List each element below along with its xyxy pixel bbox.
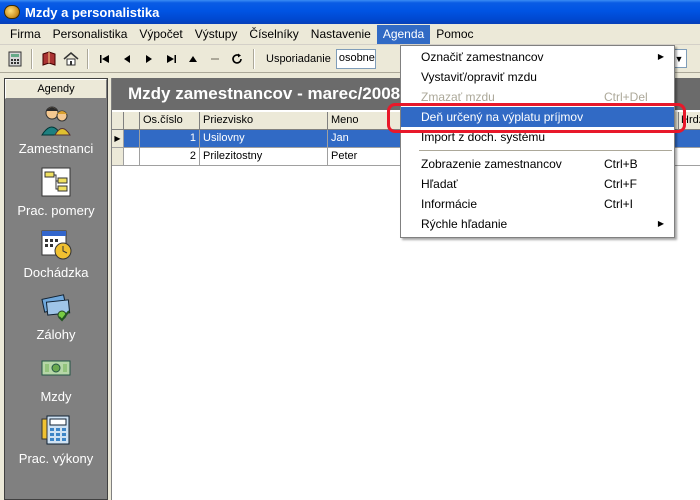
agenda-item-label: Prac. pomery xyxy=(17,203,95,218)
menu-item-vystavit-mzdu[interactable]: Vystaviť/opraviť mzdu xyxy=(401,67,674,87)
menu-item-label: Import z doch. systému xyxy=(421,130,546,144)
agenda-header: Agendy xyxy=(5,79,107,99)
menu-item-label: Zobrazenie zamestnancov xyxy=(421,157,562,171)
cell-priezvisko[interactable]: Usilovny xyxy=(200,130,328,148)
menu-item-hladat[interactable]: Hľadať Ctrl+F xyxy=(401,174,674,194)
agenda-item-mzdy[interactable]: Mzdy xyxy=(5,347,107,409)
agenda-item-zamestnanci[interactable]: Zamestnanci xyxy=(5,99,107,161)
money-icon xyxy=(39,289,73,323)
toolbar-separator xyxy=(253,48,255,69)
calculator-icon[interactable] xyxy=(4,48,26,70)
menu-item-rychle-hladanie[interactable]: Rýchle hľadanie ▶ xyxy=(401,214,674,234)
home-icon[interactable] xyxy=(60,48,82,70)
menu-item-label: Vystaviť/opraviť mzdu xyxy=(421,70,537,84)
menu-firma[interactable]: Firma xyxy=(4,25,47,44)
menu-item-oznacit-zamestnancov[interactable]: Označiť zamestnancov ▶ xyxy=(401,47,674,67)
menu-item-label: Označiť zamestnancov xyxy=(421,50,544,64)
insert-record-icon[interactable] xyxy=(182,48,204,70)
menu-item-den-vyplaty[interactable]: Deň určený na výplatu príjmov xyxy=(401,107,674,127)
calendar-clock-icon xyxy=(39,227,73,261)
people-icon xyxy=(39,103,73,137)
column-header-priezvisko[interactable]: Priezvisko xyxy=(200,112,328,130)
last-record-icon[interactable] xyxy=(160,48,182,70)
menu-item-shortcut: Ctrl+Del xyxy=(604,90,648,104)
row-indicator xyxy=(112,148,124,166)
agenda-item-label: Prac. výkony xyxy=(18,451,94,466)
agenda-dropdown-menu: Označiť zamestnancov ▶ Vystaviť/opraviť … xyxy=(400,45,675,238)
menu-agenda[interactable]: Agenda xyxy=(376,24,431,44)
row-pointer-icon: ▶ xyxy=(112,130,124,148)
cell-os-cislo[interactable]: 2 xyxy=(140,148,200,166)
menu-separator xyxy=(401,147,674,154)
agenda-item-prac-vykony[interactable]: Prac. výkony xyxy=(5,409,107,471)
menu-pomoc[interactable]: Pomoc xyxy=(430,25,479,44)
menu-personalistika[interactable]: Personalistika xyxy=(47,25,134,44)
grid-spacer xyxy=(124,148,140,166)
usporiadanie-select[interactable]: osobne xyxy=(335,48,376,69)
toolbar-separator xyxy=(87,48,89,69)
title-bar: Mzdy a personalistika xyxy=(0,0,700,24)
prev-record-icon[interactable] xyxy=(116,48,138,70)
menu-item-zobrazenie-zamestnancov[interactable]: Zobrazenie zamestnancov Ctrl+B xyxy=(401,154,674,174)
toolbar-separator xyxy=(31,48,33,69)
row-indicator-header xyxy=(112,112,124,130)
menu-bar: Firma Personalistika Výpočet Výstupy Čís… xyxy=(0,24,700,45)
book-icon[interactable] xyxy=(38,48,60,70)
submenu-arrow-icon: ▶ xyxy=(657,219,664,228)
column-header-truncated[interactable]: Hrdz xyxy=(678,112,700,130)
menu-item-label: Zmazať mzdu xyxy=(421,90,495,104)
column-header-os-cislo[interactable]: Os.číslo xyxy=(140,112,200,130)
submenu-arrow-icon: ▶ xyxy=(657,52,664,61)
menu-vystupy[interactable]: Výstupy xyxy=(189,25,244,44)
grid-spacer xyxy=(124,130,140,148)
cell-os-cislo[interactable]: 1 xyxy=(140,130,200,148)
window-title: Mzdy a personalistika xyxy=(25,4,160,20)
usporiadanie-label: Usporiadanie xyxy=(266,52,331,65)
delete-record-icon xyxy=(204,48,226,70)
agenda-item-zalohy[interactable]: Zálohy xyxy=(5,285,107,347)
app-icon xyxy=(4,5,20,19)
agenda-item-dochadzka[interactable]: Dochádzka xyxy=(5,223,107,285)
org-chart-icon xyxy=(39,165,73,199)
menu-item-shortcut: Ctrl+I xyxy=(604,197,634,211)
menu-item-label: Deň určený na výplatu príjmov xyxy=(421,110,584,124)
menu-vypocet[interactable]: Výpočet xyxy=(133,25,188,44)
menu-ciselniky[interactable]: Číselníky xyxy=(243,25,304,44)
cell-priezvisko[interactable]: Prilezitostny xyxy=(200,148,328,166)
agenda-panel: Agendy Zamestnanci Prac. pomery Dochádzk… xyxy=(4,78,108,500)
banknote-icon xyxy=(39,351,73,385)
agenda-item-label: Dochádzka xyxy=(23,265,89,280)
menu-item-import-dochadzka[interactable]: Import z doch. systému xyxy=(401,127,674,147)
menu-item-label: Rýchle hľadanie xyxy=(421,217,508,231)
refresh-icon[interactable] xyxy=(226,48,248,70)
first-record-icon[interactable] xyxy=(94,48,116,70)
agenda-item-label: Mzdy xyxy=(40,389,72,404)
agenda-item-prac-pomery[interactable]: Prac. pomery xyxy=(5,161,107,223)
menu-item-label: Informácie xyxy=(421,197,478,211)
menu-item-informacie[interactable]: Informácie Ctrl+I xyxy=(401,194,674,214)
grid-spacer-header xyxy=(124,112,140,130)
menu-item-shortcut: Ctrl+F xyxy=(604,177,637,191)
menu-item-shortcut: Ctrl+B xyxy=(604,157,638,171)
agenda-item-label: Zamestnanci xyxy=(18,141,94,156)
next-record-icon[interactable] xyxy=(138,48,160,70)
agenda-item-label: Zálohy xyxy=(36,327,76,342)
menu-item-label: Hľadať xyxy=(421,177,458,191)
calculator-icon xyxy=(39,413,73,447)
menu-nastavenie[interactable]: Nastavenie xyxy=(305,25,377,44)
menu-item-zmazat-mzdu: Zmazať mzdu Ctrl+Del xyxy=(401,87,674,107)
